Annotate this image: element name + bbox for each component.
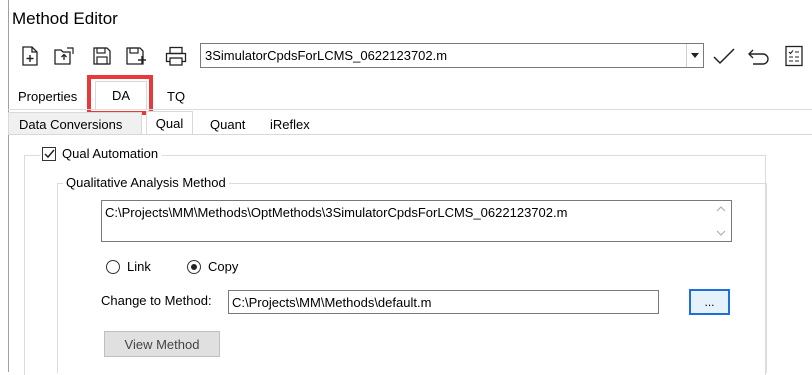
- save-icon[interactable]: [90, 44, 114, 68]
- new-document-icon[interactable]: [18, 44, 42, 68]
- view-method-button[interactable]: View Method: [104, 331, 220, 357]
- qual-automation-label: Qual Automation: [62, 146, 159, 161]
- tab-tq[interactable]: TQ: [167, 89, 185, 104]
- method-file-combo[interactable]: 3SimulatorCpdsForLCMS_0622123702.m: [200, 43, 704, 68]
- checklist-icon[interactable]: [782, 44, 806, 68]
- method-path-textbox[interactable]: C:\Projects\MM\Methods\OptMethods\3Simul…: [101, 200, 732, 242]
- tab-divider: [8, 109, 812, 110]
- tab-da[interactable]: DA: [95, 81, 147, 109]
- check-icon[interactable]: [710, 44, 738, 68]
- scrollbar[interactable]: [713, 203, 729, 239]
- chevron-down-icon[interactable]: [686, 44, 703, 67]
- tab-properties[interactable]: Properties: [18, 89, 77, 104]
- tab-qual[interactable]: Qual: [146, 111, 193, 135]
- change-to-method-value: C:\Projects\MM\Methods\default.m: [232, 295, 432, 310]
- change-to-method-input[interactable]: C:\Projects\MM\Methods\default.m: [228, 290, 659, 314]
- tab-quant[interactable]: Quant: [210, 117, 245, 132]
- method-path-value: C:\Projects\MM\Methods\OptMethods\3Simul…: [105, 205, 568, 220]
- change-to-method-label: Change to Method:: [101, 293, 212, 308]
- radio-link-row[interactable]: Link: [106, 259, 151, 274]
- open-icon[interactable]: [52, 44, 76, 68]
- radio-copy-label: Copy: [208, 259, 239, 274]
- save-as-icon[interactable]: [124, 44, 148, 68]
- browse-button[interactable]: ...: [689, 289, 730, 315]
- subtab-divider: [8, 134, 812, 135]
- qual-automation-checkbox-row[interactable]: Qual Automation: [40, 146, 163, 161]
- undo-icon[interactable]: [745, 44, 773, 68]
- radio-link-label: Link: [127, 259, 151, 274]
- radio-link[interactable]: [106, 259, 120, 274]
- radio-copy[interactable]: [187, 259, 201, 274]
- qualitative-analysis-method-label: Qualitative Analysis Method: [63, 175, 229, 190]
- print-icon[interactable]: [164, 44, 188, 68]
- tab-data-conversions[interactable]: Data Conversions: [19, 117, 122, 132]
- qual-automation-checkbox[interactable]: [42, 146, 56, 161]
- radio-copy-row[interactable]: Copy: [187, 259, 238, 274]
- window-title: Method Editor: [12, 9, 118, 28]
- method-file-value: 3SimulatorCpdsForLCMS_0622123702.m: [205, 48, 448, 63]
- tab-ireflex[interactable]: iReflex: [270, 117, 310, 132]
